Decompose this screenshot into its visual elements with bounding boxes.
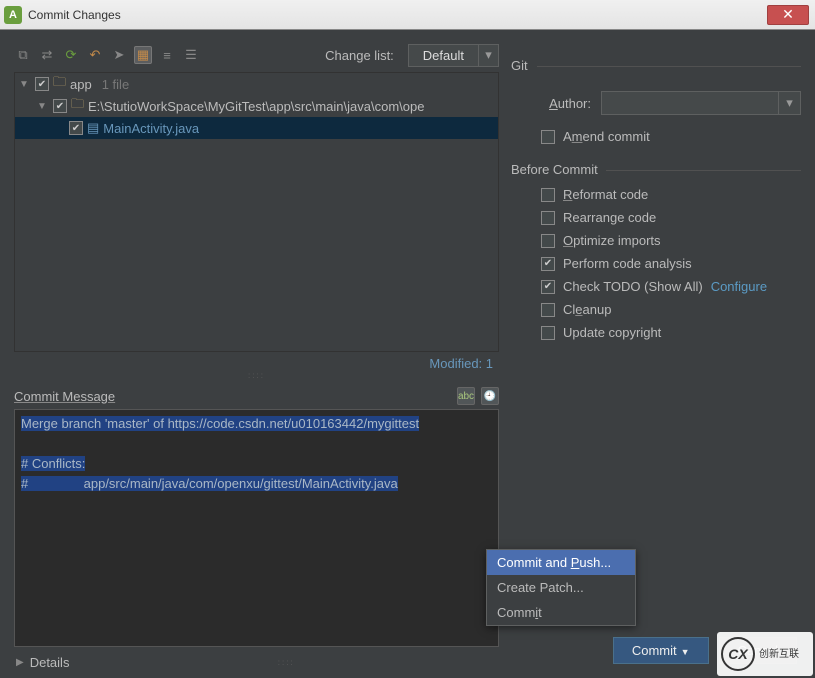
tree-node-label: E:\StutioWorkSpace\MyGitTest\app\src\mai… [88, 99, 424, 114]
checkbox[interactable] [541, 280, 555, 294]
checkbox[interactable] [541, 234, 555, 248]
checkbox[interactable] [541, 130, 555, 144]
commit-item[interactable]: Commit [487, 600, 635, 625]
splitter-grip[interactable]: :::: [14, 371, 499, 381]
checkbox[interactable] [541, 303, 555, 317]
checkbox[interactable] [69, 121, 83, 135]
refresh-icon[interactable]: ⟳ [62, 46, 80, 64]
checkbox[interactable] [541, 188, 555, 202]
commit-message-textarea[interactable]: Merge branch 'master' of https://code.cs… [14, 409, 499, 647]
create-patch-item[interactable]: Create Patch... [487, 575, 635, 600]
watermark-logo: CX [721, 637, 755, 671]
checkbox-label: Reformat code [563, 187, 648, 202]
tree-node-label: MainActivity.java [103, 121, 199, 136]
toolbar: ⧉ ⇄ ⟳ ↶ ➤ ▦ ≡ ☰ Change list: Default ▾ [14, 44, 499, 72]
commit-and-push-item[interactable]: Commit and Push... [487, 550, 635, 575]
folder-icon: 🗀 [53, 73, 66, 95]
java-file-icon: ▤ [87, 120, 99, 136]
checkbox[interactable] [541, 257, 555, 271]
checkbox-label: Update copyright [563, 325, 661, 340]
commit-dropdown-menu: Commit and Push... Create Patch... Commi… [486, 549, 636, 626]
group-by-directory-icon[interactable]: ▦ [134, 46, 152, 64]
check-todo-row[interactable]: Check TODO (Show All) Configure [511, 275, 801, 298]
history-icon[interactable]: 🕘 [481, 387, 499, 405]
expand-all-icon[interactable]: ≡ [158, 46, 176, 64]
amend-commit-label: Amend commit [563, 129, 650, 144]
changelist-value: Default [408, 44, 479, 67]
changes-tree[interactable]: ▼ 🗀 app 1 file ▼ 🗀 E:\StutioWorkSpace\My… [14, 72, 499, 352]
collapse-all-icon[interactable]: ☰ [182, 46, 200, 64]
jump-to-source-icon[interactable]: ➤ [110, 46, 128, 64]
titlebar: A Commit Changes ✕ [0, 0, 815, 30]
chevron-right-icon: ▶ [16, 657, 24, 668]
update-copyright-row[interactable]: Update copyright [511, 321, 801, 344]
tree-root-row[interactable]: ▼ 🗀 app 1 file [15, 73, 498, 95]
details-toggle[interactable]: ▶ Details :::: [14, 647, 499, 678]
move-to-changelist-icon[interactable]: ⇄ [38, 46, 56, 64]
author-input[interactable] [601, 91, 779, 115]
modified-count: Modified: 1 [14, 352, 499, 371]
checkbox-label: Perform code analysis [563, 256, 692, 271]
rearrange-code-row[interactable]: Rearrange code [511, 206, 801, 229]
perform-code-analysis-row[interactable]: Perform code analysis [511, 252, 801, 275]
show-diff-icon[interactable]: ⧉ [14, 46, 32, 64]
expand-arrow-icon[interactable]: ▼ [19, 79, 31, 90]
tree-node-label: app [70, 77, 92, 92]
app-icon: A [4, 6, 22, 24]
author-label: Author: [541, 96, 591, 111]
tree-file-row[interactable]: ▤ MainActivity.java [15, 117, 498, 139]
git-section-label: Git [511, 58, 801, 73]
commit-button[interactable]: Commit▼ [613, 637, 709, 664]
details-label: Details [30, 655, 70, 670]
folder-icon: 🗀 [71, 95, 84, 117]
before-commit-label: Before Commit [511, 162, 801, 177]
configure-link[interactable]: Configure [711, 279, 767, 294]
splitter-grip[interactable]: :::: [278, 658, 295, 667]
cleanup-row[interactable]: Cleanup [511, 298, 801, 321]
checkbox[interactable] [35, 77, 49, 91]
watermark-text: 创新互联 [759, 649, 799, 660]
spellcheck-icon[interactable]: abc [457, 387, 475, 405]
author-select[interactable]: ▾ [601, 91, 801, 115]
checkbox[interactable] [53, 99, 67, 113]
file-count: 1 file [102, 77, 129, 92]
commit-message-label: Commit Message abc 🕘 [14, 381, 499, 409]
checkbox-label: Optimize imports [563, 233, 661, 248]
amend-commit-checkbox-row[interactable]: Amend commit [511, 125, 801, 148]
checkbox-label: Rearrange code [563, 210, 656, 225]
checkbox[interactable] [541, 211, 555, 225]
watermark: CX 创新互联 [717, 632, 813, 676]
expand-arrow-icon[interactable]: ▼ [37, 101, 49, 112]
checkbox[interactable] [541, 326, 555, 340]
chevron-down-icon: ▾ [479, 44, 499, 67]
optimize-imports-row[interactable]: Optimize imports [511, 229, 801, 252]
checkbox-label: Check TODO (Show All) [563, 279, 703, 294]
changelist-dropdown[interactable]: Default ▾ [408, 44, 499, 67]
checkbox-label: Cleanup [563, 302, 611, 317]
rollback-icon[interactable]: ↶ [86, 46, 104, 64]
tree-path-row[interactable]: ▼ 🗀 E:\StutioWorkSpace\MyGitTest\app\src… [15, 95, 498, 117]
changelist-label: Change list: [325, 48, 394, 63]
chevron-down-icon: ▾ [779, 91, 801, 115]
reformat-code-row[interactable]: Reformat code [511, 183, 801, 206]
window-title: Commit Changes [28, 8, 767, 22]
close-button[interactable]: ✕ [767, 5, 809, 25]
